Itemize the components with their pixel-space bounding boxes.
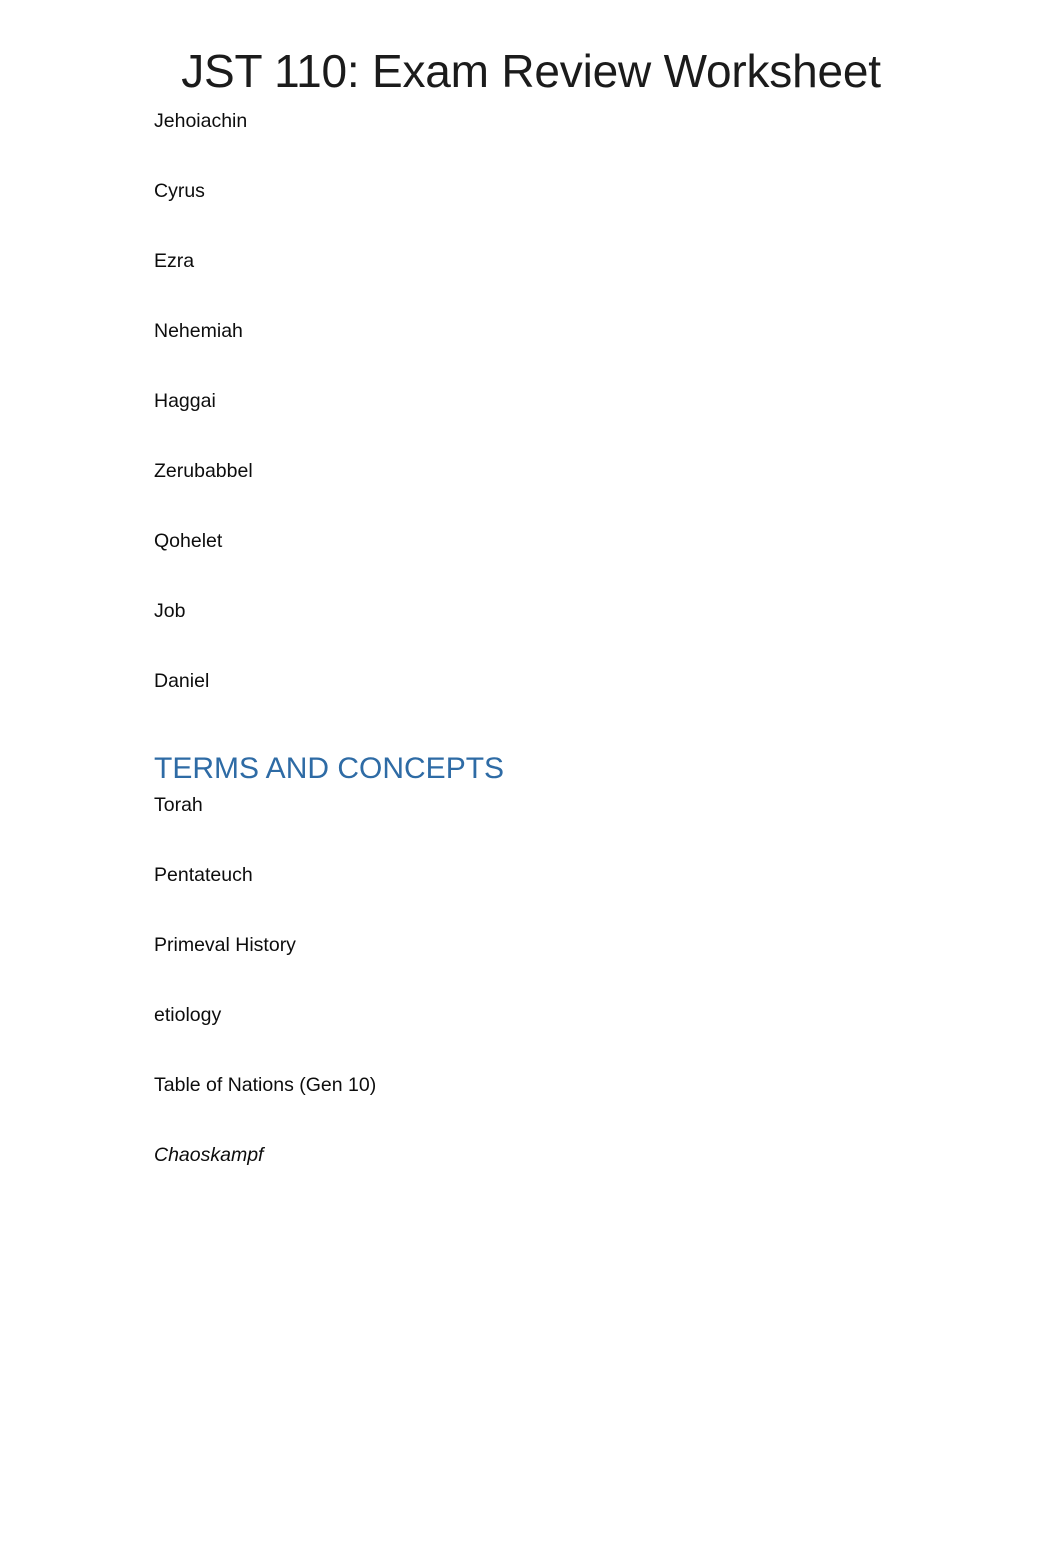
list-item: Ezra <box>154 249 195 272</box>
terms-section-header: TERMS AND CONCEPTS <box>154 752 908 785</box>
document-page: JST 110: Exam Review Worksheet Jehoiachi… <box>0 0 1062 1556</box>
list-item: Table of Nations (Gen 10) <box>154 1073 377 1096</box>
page-title: JST 110: Exam Review Worksheet <box>181 45 881 97</box>
list-item: Primeval History <box>154 933 296 956</box>
list-item: Pentateuch <box>154 863 253 886</box>
terms-list: Torah Pentateuch Primeval History etiology T… <box>154 794 908 1214</box>
list-item: Chaoskampf <box>154 1143 264 1166</box>
list-item: Qohelet <box>154 529 223 552</box>
section-heading-terms-and-concepts: TERMS AND CONCEPTS <box>154 751 505 785</box>
list-item: Haggai <box>154 389 216 412</box>
list-item: Job <box>154 599 186 622</box>
list-item: Cyrus <box>154 179 205 202</box>
text-column: JST 110: Exam Review Worksheet Jehoiachi… <box>154 0 908 1214</box>
list-item: Daniel <box>154 669 210 692</box>
people-list: Jehoiachin Cyrus Ezra Nehemiah Haggai Zerubab… <box>154 110 908 740</box>
list-item: etiology <box>154 1003 222 1026</box>
list-item: Zerubabbel <box>154 459 253 482</box>
list-item: Jehoiachin <box>154 109 248 132</box>
list-item: Torah <box>154 793 203 816</box>
list-item: Nehemiah <box>154 319 243 342</box>
